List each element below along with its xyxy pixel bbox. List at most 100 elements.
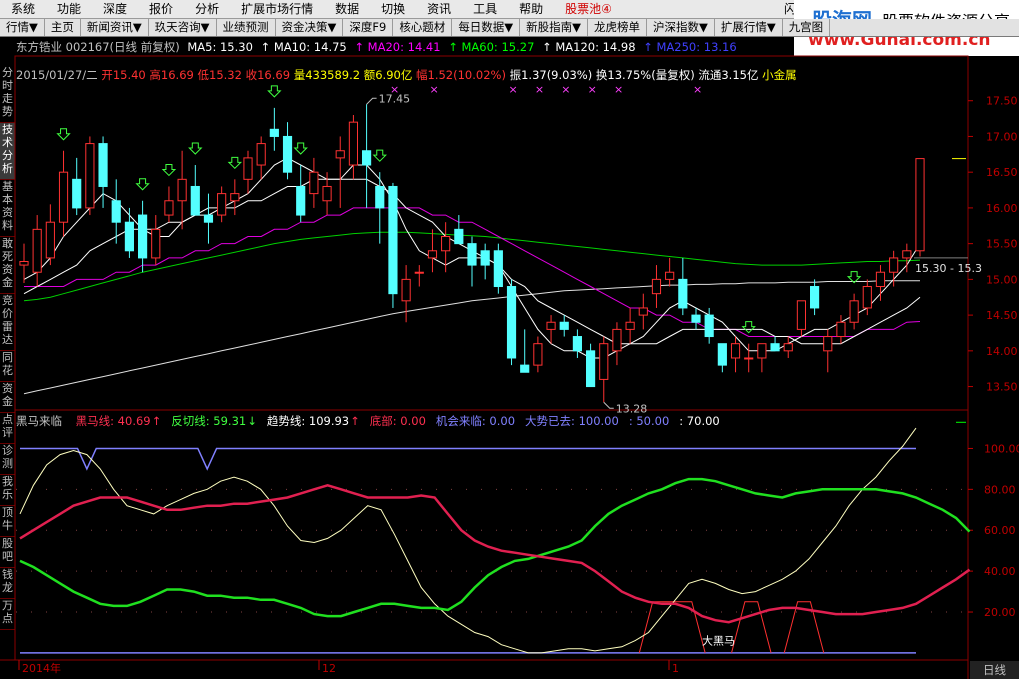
candle-body-25 bbox=[348, 121, 358, 166]
ind-tick-label-3: 40.00 bbox=[984, 565, 1016, 578]
ind-tick-label-0: 100.00 bbox=[984, 442, 1019, 455]
candle-body-60 bbox=[810, 286, 820, 309]
candle-body-62 bbox=[836, 321, 846, 338]
buy-arrow-0 bbox=[56, 128, 71, 141]
candle-body-58 bbox=[783, 343, 793, 352]
candle-body-27 bbox=[375, 185, 385, 209]
period-tab-daily[interactable]: 日线 bbox=[970, 661, 1019, 679]
candle-body-44 bbox=[599, 343, 609, 380]
high-leader bbox=[366, 97, 377, 105]
kline-chart[interactable]: 17.50 17.00 16.50 16.00 15.50 15.00 14.50 14.00… bbox=[0, 0, 1019, 679]
buy-arrow-8 bbox=[741, 321, 756, 334]
candle-body-37 bbox=[506, 286, 517, 359]
candle-body-29 bbox=[401, 278, 411, 302]
opportunity-level-100 bbox=[20, 447, 916, 471]
candle-body-38 bbox=[520, 364, 530, 373]
x-marker-4: × bbox=[561, 83, 570, 96]
candle-body-51 bbox=[691, 314, 701, 323]
candle-body-7 bbox=[111, 200, 121, 223]
indicator-signal-label: 大黑马 bbox=[702, 634, 735, 648]
candle-body-49 bbox=[665, 271, 675, 280]
candle-body-66 bbox=[889, 257, 899, 273]
price-tick-label-7: 14.00 bbox=[986, 345, 1018, 358]
candle-body-57 bbox=[770, 343, 780, 352]
candle-body-30 bbox=[414, 271, 424, 274]
low-leader bbox=[603, 401, 614, 409]
candle-body-68 bbox=[915, 158, 925, 252]
ind-tick-label-1: 80.00 bbox=[984, 483, 1016, 496]
candle-body-52 bbox=[704, 314, 714, 338]
candle-body-18 bbox=[256, 143, 266, 166]
candle-body-63 bbox=[849, 300, 859, 323]
candle-body-0 bbox=[19, 261, 29, 266]
candle-body-23 bbox=[322, 185, 332, 202]
buy-arrow-5 bbox=[267, 85, 282, 98]
candle-body-28 bbox=[388, 185, 398, 295]
candle-body-32 bbox=[441, 235, 451, 252]
x-marker-6: × bbox=[614, 83, 623, 96]
price-tick-label-3: 16.00 bbox=[986, 202, 1018, 215]
candle-body-15 bbox=[217, 193, 227, 216]
candle-body-36 bbox=[493, 250, 503, 288]
x-marker-1: × bbox=[429, 83, 438, 96]
price-tick-label-4: 15.50 bbox=[986, 238, 1018, 251]
price-tick-label-0: 17.50 bbox=[986, 95, 1018, 108]
candle-body-26 bbox=[362, 150, 372, 166]
buy-arrow-2 bbox=[161, 163, 177, 177]
buy-arrow-4 bbox=[227, 156, 243, 170]
x-marker-7: × bbox=[693, 83, 702, 96]
candle-body-47 bbox=[638, 307, 648, 316]
candle-body-6 bbox=[98, 143, 108, 187]
date-label-2: 1 bbox=[672, 662, 679, 675]
candle-body-42 bbox=[572, 336, 582, 352]
candle-body-5 bbox=[85, 143, 95, 209]
candle-body-43 bbox=[586, 350, 596, 388]
candle-body-17 bbox=[243, 157, 253, 180]
chart-frame bbox=[14, 55, 969, 661]
candle-body-53 bbox=[717, 343, 727, 366]
candle-body-50 bbox=[678, 278, 688, 309]
candle-body-13 bbox=[190, 185, 200, 216]
candle-body-64 bbox=[862, 286, 872, 309]
candle-body-22 bbox=[309, 171, 319, 195]
ma120-line bbox=[23, 280, 920, 395]
high-mark-label: 17.45 bbox=[379, 92, 411, 105]
candle-body-59 bbox=[796, 300, 806, 330]
candle-body-39 bbox=[533, 343, 543, 366]
candle-body-33 bbox=[454, 228, 464, 245]
candle-body-65 bbox=[875, 271, 886, 288]
candle-body-34 bbox=[467, 243, 477, 266]
candle-body-45 bbox=[612, 328, 622, 352]
candle-body-1 bbox=[32, 228, 42, 273]
x-marker-3: × bbox=[535, 83, 544, 96]
candle-body-20 bbox=[282, 135, 293, 173]
candle-body-24 bbox=[335, 150, 345, 159]
candle-body-61 bbox=[823, 336, 833, 352]
candle-body-19 bbox=[269, 128, 279, 137]
candle-body-35 bbox=[480, 250, 490, 266]
ind-tick-label-2: 60.00 bbox=[984, 524, 1016, 537]
candle-body-41 bbox=[559, 321, 569, 330]
last-price-label: 15.30 - 15.3 bbox=[915, 262, 982, 275]
candle-body-48 bbox=[651, 278, 662, 295]
candle-body-3 bbox=[58, 171, 69, 223]
buy-arrow-3 bbox=[188, 142, 203, 155]
price-tick-label-2: 16.50 bbox=[986, 166, 1018, 179]
candle-body-9 bbox=[138, 214, 148, 259]
trend-line bbox=[19, 427, 917, 654]
buy-arrow-7 bbox=[372, 149, 387, 162]
candle-body-10 bbox=[151, 228, 161, 259]
low-mark-label: 13.28 bbox=[616, 402, 648, 415]
black-horse-line bbox=[19, 483, 971, 624]
bottom-signal-0 bbox=[638, 601, 706, 654]
price-tick-label-1: 17.00 bbox=[986, 130, 1018, 143]
candle-body-56 bbox=[757, 343, 767, 359]
candle-body-40 bbox=[546, 321, 556, 330]
candle-body-2 bbox=[45, 221, 55, 259]
price-tick-label-6: 14.50 bbox=[986, 309, 1018, 322]
bottom-signal-1 bbox=[731, 601, 772, 654]
date-label-0: 2014年 bbox=[22, 661, 61, 675]
candle-body-67 bbox=[902, 250, 912, 259]
x-marker-5: × bbox=[588, 83, 597, 96]
candle-body-4 bbox=[72, 178, 82, 209]
